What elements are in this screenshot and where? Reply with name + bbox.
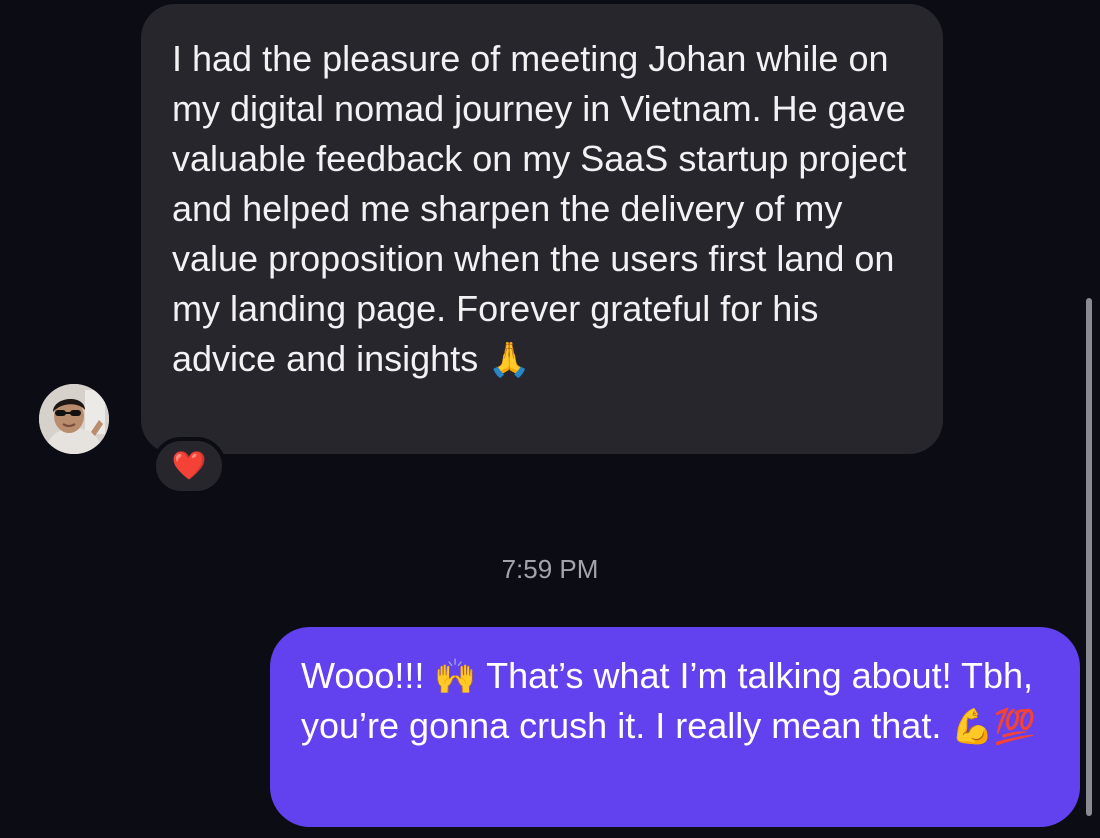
hundred-points-emoji: 💯 [993, 708, 1037, 746]
folded-hands-emoji: 🙏 [488, 341, 531, 379]
outgoing-message-bubble[interactable]: Wooo!!! 🙌 That’s what I’m talking about!… [270, 627, 1080, 827]
chat-thread: I had the pleasure of meeting Johan whil… [0, 0, 1100, 838]
incoming-message-text: I had the pleasure of meeting Johan whil… [172, 38, 907, 379]
scrollbar-thumb[interactable] [1086, 298, 1092, 816]
user-avatar-icon [39, 384, 109, 454]
heart-icon: ❤️ [171, 450, 207, 481]
raising-hands-emoji: 🙌 [434, 658, 477, 696]
message-timestamp: 7:59 PM [501, 554, 599, 584]
flexed-biceps-emoji: 💪 [951, 708, 994, 746]
outgoing-message-text-1: Wooo!!! [301, 655, 435, 696]
heart-reaction[interactable]: ❤️ [152, 437, 226, 495]
sender-avatar[interactable] [39, 384, 109, 454]
incoming-message-bubble[interactable]: I had the pleasure of meeting Johan whil… [141, 4, 943, 454]
